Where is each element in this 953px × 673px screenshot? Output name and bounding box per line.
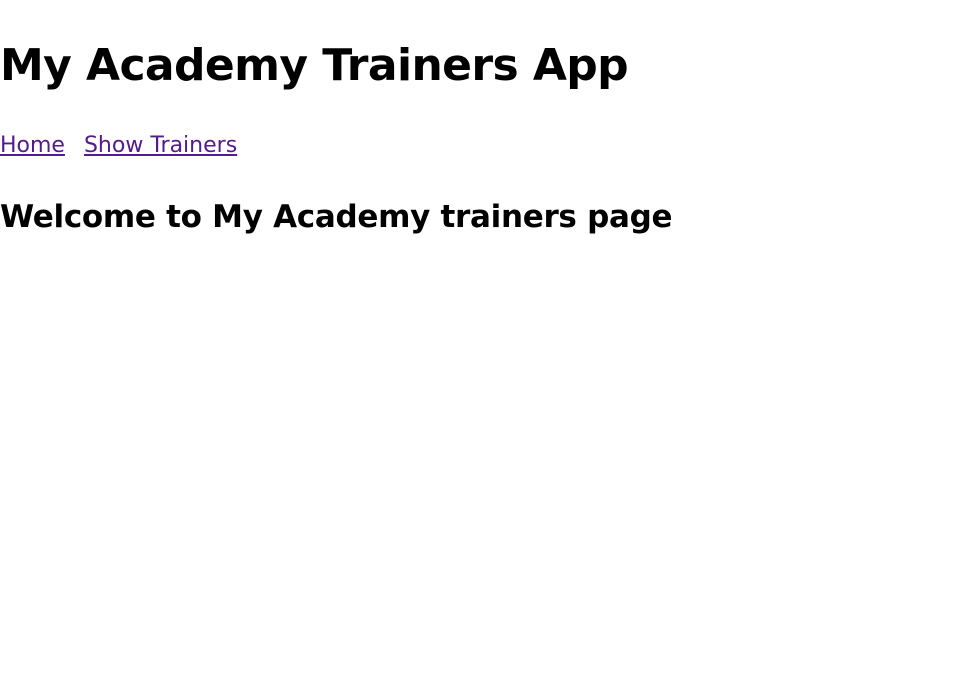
app-title: My Academy Trainers App bbox=[0, 40, 629, 91]
app-page: My Academy Trainers App Home Show Traine… bbox=[0, 0, 953, 673]
welcome-heading: Welcome to My Academy trainers page bbox=[0, 199, 673, 235]
main-nav: Home Show Trainers bbox=[0, 132, 249, 160]
nav-link-show-trainers[interactable]: Show Trainers bbox=[84, 133, 237, 158]
nav-link-home[interactable]: Home bbox=[0, 133, 65, 158]
